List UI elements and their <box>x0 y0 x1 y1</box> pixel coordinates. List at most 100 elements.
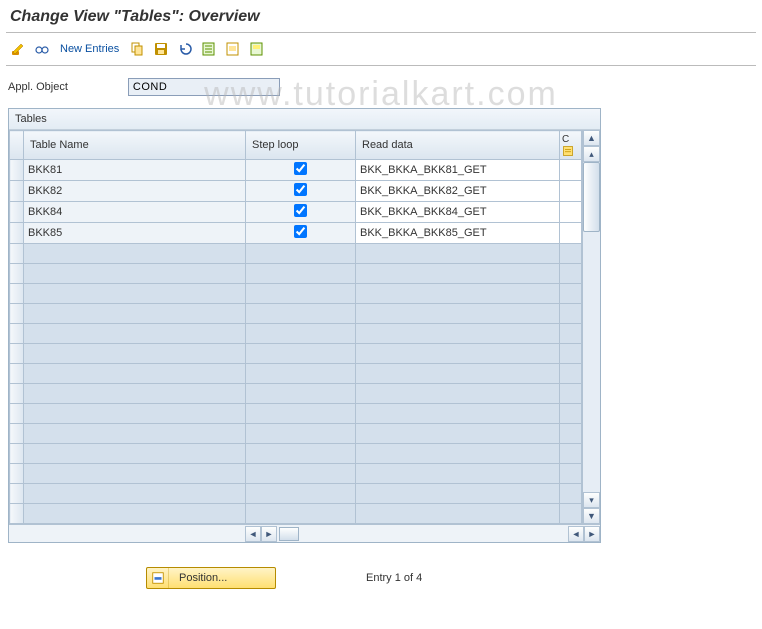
cell-step-loop[interactable] <box>246 344 356 364</box>
cell-c[interactable] <box>560 424 582 444</box>
cell-table-name[interactable] <box>24 324 246 344</box>
cell-c[interactable] <box>560 364 582 384</box>
row-selector[interactable] <box>10 364 24 384</box>
row-selector[interactable] <box>10 344 24 364</box>
select-all-button[interactable] <box>199 39 219 59</box>
cell-table-name[interactable] <box>24 384 246 404</box>
cell-table-name[interactable] <box>24 364 246 384</box>
scroll-left-button[interactable]: ◄ <box>245 526 261 542</box>
position-button[interactable]: Position... <box>146 567 276 589</box>
cell-read-data[interactable] <box>356 444 560 464</box>
row-selector[interactable] <box>10 484 24 504</box>
row-selector[interactable] <box>10 464 24 484</box>
save-button[interactable] <box>151 39 171 59</box>
row-selector[interactable] <box>10 304 24 324</box>
cell-step-loop[interactable] <box>246 223 356 244</box>
cell-table-name[interactable] <box>24 464 246 484</box>
cell-table-name[interactable] <box>24 244 246 264</box>
cell-c[interactable] <box>560 223 582 244</box>
cell-read-data[interactable] <box>356 304 560 324</box>
cell-read-data[interactable]: BKK_BKKA_BKK85_GET <box>356 223 560 244</box>
col-step-loop[interactable]: Step loop <box>246 131 356 160</box>
step-loop-checkbox[interactable] <box>294 204 307 217</box>
horizontal-scrollbar[interactable]: ◄ ► ◄ ► <box>9 524 600 542</box>
cell-step-loop[interactable] <box>246 304 356 324</box>
cell-table-name[interactable]: BKK82 <box>24 181 246 202</box>
cell-table-name[interactable] <box>24 344 246 364</box>
row-selector[interactable] <box>10 404 24 424</box>
cell-c[interactable] <box>560 324 582 344</box>
cell-read-data[interactable]: BKK_BKKA_BKK84_GET <box>356 202 560 223</box>
cell-c[interactable] <box>560 384 582 404</box>
scroll-right-end-button[interactable]: ► <box>584 526 600 542</box>
row-selector[interactable] <box>10 202 24 223</box>
row-selector[interactable] <box>10 504 24 524</box>
cell-read-data[interactable] <box>356 244 560 264</box>
cell-step-loop[interactable] <box>246 160 356 181</box>
cell-read-data[interactable] <box>356 324 560 344</box>
scroll-down-button[interactable]: ▼ <box>583 508 600 524</box>
cell-c[interactable] <box>560 444 582 464</box>
vertical-scrollbar[interactable]: ▲ ▴ ▾ ▼ <box>582 130 600 524</box>
cell-step-loop[interactable] <box>246 181 356 202</box>
row-selector[interactable] <box>10 181 24 202</box>
cell-c[interactable] <box>560 484 582 504</box>
cell-table-name[interactable] <box>24 444 246 464</box>
cell-c[interactable] <box>560 181 582 202</box>
cell-c[interactable] <box>560 504 582 524</box>
cell-read-data[interactable]: BKK_BKKA_BKK82_GET <box>356 181 560 202</box>
cell-c[interactable] <box>560 244 582 264</box>
row-selector[interactable] <box>10 244 24 264</box>
row-selector[interactable] <box>10 444 24 464</box>
cell-step-loop[interactable] <box>246 202 356 223</box>
cell-step-loop[interactable] <box>246 504 356 524</box>
scroll-up-button[interactable]: ▲ <box>583 130 600 146</box>
row-selector[interactable] <box>10 324 24 344</box>
cell-step-loop[interactable] <box>246 264 356 284</box>
cell-read-data[interactable] <box>356 264 560 284</box>
cell-step-loop[interactable] <box>246 464 356 484</box>
cell-c[interactable] <box>560 202 582 223</box>
cell-read-data[interactable] <box>356 364 560 384</box>
cell-c[interactable] <box>560 160 582 181</box>
cell-table-name[interactable]: BKK84 <box>24 202 246 223</box>
scroll-left-end-button[interactable]: ◄ <box>568 526 584 542</box>
cell-table-name[interactable] <box>24 504 246 524</box>
scroll-track[interactable] <box>583 162 600 492</box>
step-loop-checkbox[interactable] <box>294 183 307 196</box>
col-read-data[interactable]: Read data <box>356 131 560 160</box>
cell-read-data[interactable] <box>356 284 560 304</box>
cell-step-loop[interactable] <box>246 444 356 464</box>
new-entries-button[interactable]: New Entries <box>56 41 123 57</box>
undo-button[interactable] <box>175 39 195 59</box>
cell-table-name[interactable] <box>24 404 246 424</box>
cell-step-loop[interactable] <box>246 244 356 264</box>
row-selector[interactable] <box>10 264 24 284</box>
cell-step-loop[interactable] <box>246 484 356 504</box>
step-loop-checkbox[interactable] <box>294 162 307 175</box>
cell-read-data[interactable] <box>356 384 560 404</box>
row-selector[interactable] <box>10 160 24 181</box>
scroll-down-inner[interactable]: ▾ <box>583 492 600 508</box>
cell-read-data[interactable] <box>356 404 560 424</box>
cell-read-data[interactable] <box>356 504 560 524</box>
cell-c[interactable] <box>560 464 582 484</box>
cell-step-loop[interactable] <box>246 404 356 424</box>
cell-step-loop[interactable] <box>246 324 356 344</box>
hscroll-thumb[interactable] <box>279 527 299 541</box>
col-table-name[interactable]: Table Name <box>24 131 246 160</box>
cell-read-data[interactable]: BKK_BKKA_BKK81_GET <box>356 160 560 181</box>
appl-object-field[interactable] <box>128 78 280 96</box>
cell-read-data[interactable] <box>356 484 560 504</box>
row-selector[interactable] <box>10 284 24 304</box>
cell-table-name[interactable] <box>24 424 246 444</box>
find-button[interactable] <box>32 39 52 59</box>
scroll-up-inner[interactable]: ▴ <box>583 146 600 162</box>
step-loop-checkbox[interactable] <box>294 225 307 238</box>
deselect-button[interactable] <box>247 39 267 59</box>
toggle-edit-button[interactable] <box>8 39 28 59</box>
cell-table-name[interactable]: BKK81 <box>24 160 246 181</box>
row-selector[interactable] <box>10 223 24 244</box>
cell-step-loop[interactable] <box>246 284 356 304</box>
scroll-right-button[interactable]: ► <box>261 526 277 542</box>
